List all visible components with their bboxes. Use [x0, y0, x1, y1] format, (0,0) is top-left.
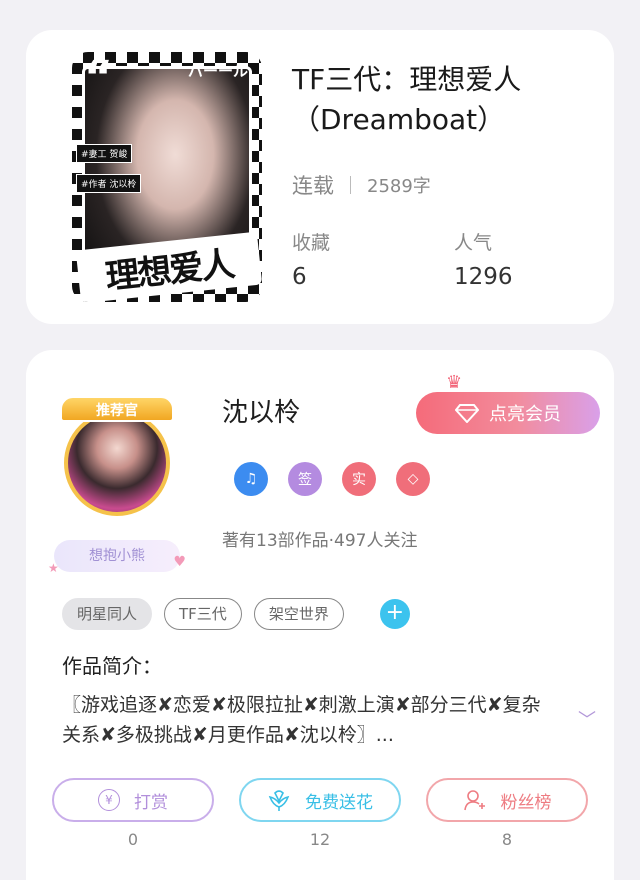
sign-icon[interactable]: 签 [288, 462, 322, 496]
tip-button[interactable]: ¥ 打赏 [52, 778, 214, 822]
add-tag-button[interactable]: + [379, 599, 410, 629]
author-avatar-group[interactable]: 推荐官 [56, 394, 178, 516]
fans-rank-label: 粉丝榜 [500, 792, 552, 813]
cover-quote-mark: “ [84, 52, 113, 103]
fans-rank-button[interactable]: 粉丝榜 [426, 778, 588, 822]
nickname-badge: ★ 想抱小熊 ♥ [48, 540, 186, 575]
fans-action: 粉丝榜 8 [426, 778, 588, 849]
flower-count: 12 [309, 830, 331, 849]
book-cover-image[interactable]: “ パーール #妻工 贺峻 #作者 沈以柃 理想爱人 [72, 52, 262, 302]
tip-action: ¥ 打赏 0 [52, 778, 214, 849]
crown-icon: ♛ [446, 372, 463, 393]
nickname-text: 想抱小熊 [89, 548, 145, 564]
send-flower-label: 免费送花 [305, 792, 373, 813]
yen-icon: ¥ [98, 789, 120, 811]
book-info-card: “ パーール #妻工 贺峻 #作者 沈以柃 理想爱人 TF三代：理想爱人（Dre… [26, 30, 614, 324]
favorites-label: 收藏 [292, 232, 331, 254]
popularity-value: 1296 [454, 264, 513, 290]
tip-count: 0 [127, 830, 139, 849]
recommend-badge: 推荐官 [60, 396, 174, 422]
real-icon[interactable]: 实 [342, 462, 376, 496]
flower-action: 免费送花 12 [239, 778, 401, 849]
author-info-card: 推荐官 ★ 想抱小熊 ♥ 沈以柃 ♛ 点亮会员 ♫ 签 实 ◇ 著有13部作品·… [26, 350, 614, 880]
tag-chip[interactable]: 明星同人 [62, 598, 153, 630]
heart-icon: ♥ [173, 554, 186, 570]
favorites-value: 6 [292, 264, 307, 290]
diamond-icon [455, 404, 479, 423]
star-icon: ★ [48, 561, 59, 575]
flower-icon [268, 790, 290, 811]
tag-list: 明星同人 TF三代 架空世界 + [62, 598, 410, 630]
divider [350, 176, 351, 194]
vip-button-label: 点亮会员 [489, 404, 561, 425]
cover-tag: #妻工 贺峻 [76, 144, 133, 163]
tag-chip[interactable]: 架空世界 [253, 598, 344, 630]
author-name[interactable]: 沈以柃 [222, 392, 300, 429]
fans-count: 8 [501, 830, 513, 849]
intro-label: 作品简介： [62, 654, 162, 678]
author-meta: 著有13部作品·497人关注 [222, 531, 418, 551]
send-flower-button[interactable]: 免费送花 [239, 778, 401, 822]
book-status-row: 连载 2589字 [292, 170, 431, 200]
book-title: TF三代：理想爱人（Dreamboat） [292, 63, 522, 136]
popularity-label: 人气 [454, 232, 493, 254]
chevron-down-icon[interactable]: ﹀ [578, 706, 596, 732]
diamond-icon[interactable]: ◇ [396, 462, 430, 496]
activate-vip-button[interactable]: 点亮会员 [416, 392, 600, 434]
avatar[interactable] [64, 410, 170, 516]
word-count: 2589字 [367, 176, 431, 197]
intro-text: 〖游戏追逐✘恋爱✘极限拉扯✘刺激上演✘部分三代✘复杂关系✘多极挑战✘月更作品✘沈… [62, 694, 541, 746]
serial-status: 连载 [292, 174, 334, 198]
cover-tag: #作者 沈以柃 [76, 174, 142, 193]
tag-chip[interactable]: TF三代 [164, 598, 242, 630]
music-note-icon[interactable]: ♫ [234, 462, 268, 496]
fans-icon [463, 790, 485, 811]
tip-label: 打赏 [134, 792, 168, 813]
author-badges: ♫ 签 实 ◇ [234, 462, 430, 496]
cover-kana-text: パーール [187, 62, 248, 80]
